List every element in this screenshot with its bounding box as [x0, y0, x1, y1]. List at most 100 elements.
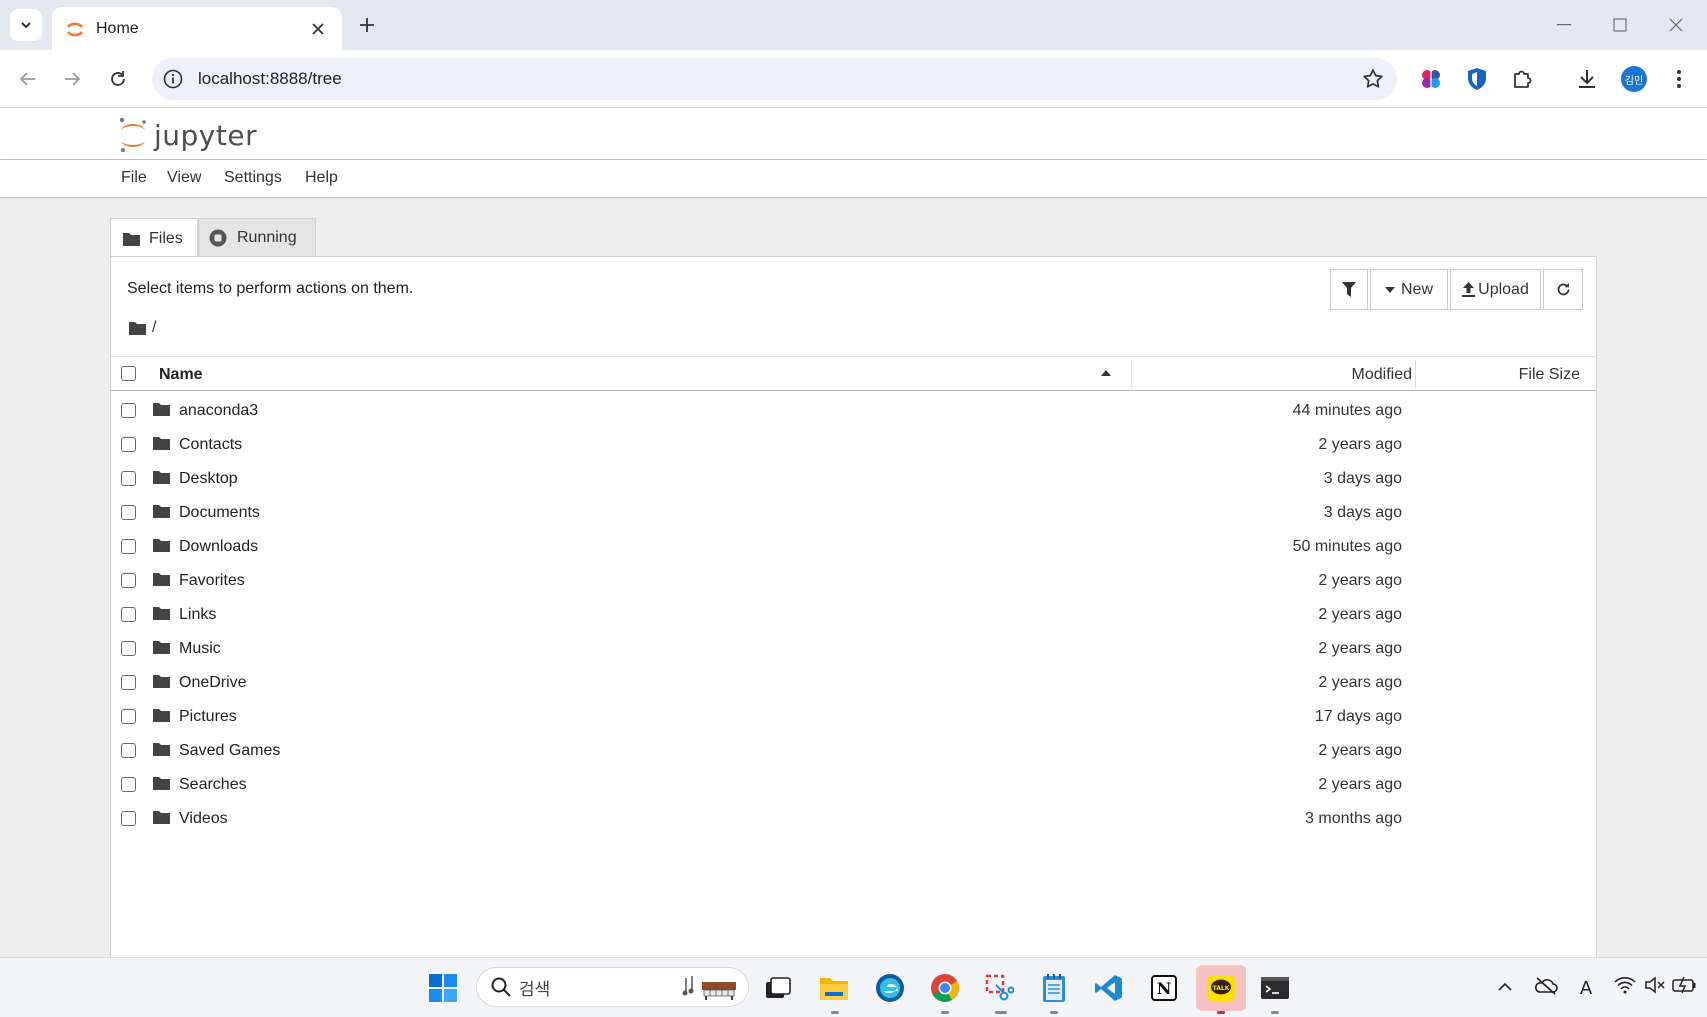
- file-name[interactable]: anaconda3: [179, 402, 258, 420]
- row-checkbox[interactable]: [121, 641, 136, 656]
- download-icon[interactable]: [1572, 64, 1602, 94]
- notepad-icon[interactable]: [1034, 968, 1074, 1008]
- file-row[interactable]: Saved Games 2 years ago: [111, 734, 1596, 768]
- tab-search-button[interactable]: [10, 9, 42, 41]
- task-view-icon[interactable]: [758, 968, 798, 1008]
- close-window-button[interactable]: [1648, 8, 1704, 42]
- folder-icon[interactable]: [129, 321, 146, 335]
- file-row[interactable]: Documents 3 days ago: [111, 496, 1596, 530]
- row-checkbox[interactable]: [121, 505, 136, 520]
- new-tab-button[interactable]: [352, 10, 382, 40]
- column-file-size[interactable]: File Size: [1519, 366, 1580, 384]
- folder-icon: [153, 777, 170, 790]
- vscode-icon[interactable]: [1089, 968, 1129, 1008]
- row-checkbox[interactable]: [121, 675, 136, 690]
- notion-icon[interactable]: N: [1144, 968, 1184, 1008]
- file-name[interactable]: Desktop: [179, 470, 238, 488]
- row-checkbox[interactable]: [121, 437, 136, 452]
- file-explorer-icon[interactable]: [814, 968, 854, 1008]
- menu-settings[interactable]: Settings: [224, 169, 282, 187]
- file-row[interactable]: Contacts 2 years ago: [111, 428, 1596, 462]
- file-name[interactable]: Contacts: [179, 436, 242, 454]
- new-button[interactable]: New: [1370, 269, 1448, 310]
- reload-button[interactable]: [102, 63, 134, 95]
- file-row[interactable]: Downloads 50 minutes ago: [111, 530, 1596, 564]
- row-checkbox[interactable]: [121, 403, 136, 418]
- menu-help[interactable]: Help: [305, 169, 338, 187]
- brain-extension-icon[interactable]: [1416, 64, 1446, 94]
- site-info-icon[interactable]: [162, 68, 184, 90]
- minimize-button[interactable]: [1536, 8, 1592, 42]
- row-checkbox[interactable]: [121, 811, 136, 826]
- file-name[interactable]: Music: [179, 640, 221, 658]
- row-checkbox[interactable]: [121, 777, 136, 792]
- column-divider: [1415, 360, 1416, 388]
- back-button[interactable]: [12, 63, 44, 95]
- column-name[interactable]: Name: [159, 366, 203, 384]
- column-modified[interactable]: Modified: [1352, 366, 1412, 384]
- arrow-right-icon: [65, 72, 81, 86]
- forward-button[interactable]: [56, 63, 88, 95]
- file-row[interactable]: OneDrive 2 years ago: [111, 666, 1596, 700]
- select-all-checkbox[interactable]: [121, 366, 136, 381]
- volume-muted-icon[interactable]: [1644, 976, 1666, 994]
- file-row[interactable]: Music 2 years ago: [111, 632, 1596, 666]
- chevron-up-icon[interactable]: [1498, 982, 1512, 992]
- bookmark-star-icon[interactable]: [1361, 67, 1385, 91]
- refresh-button[interactable]: [1543, 269, 1583, 310]
- start-icon[interactable]: [423, 968, 463, 1008]
- edge-icon[interactable]: [870, 968, 910, 1008]
- snipping-tool-icon[interactable]: [979, 968, 1019, 1008]
- browser-menu-icon[interactable]: [1664, 64, 1694, 94]
- file-name[interactable]: Pictures: [179, 708, 237, 726]
- browser-tab-home[interactable]: Home: [52, 7, 342, 50]
- file-name[interactable]: Searches: [179, 776, 247, 794]
- battery-icon[interactable]: [1672, 976, 1698, 994]
- file-row[interactable]: Searches 2 years ago: [111, 768, 1596, 802]
- row-checkbox[interactable]: [121, 709, 136, 724]
- row-checkbox[interactable]: [121, 743, 136, 758]
- kakaotalk-icon[interactable]: TALK: [1196, 965, 1246, 1011]
- upload-button[interactable]: Upload: [1450, 269, 1541, 310]
- file-row[interactable]: Links 2 years ago: [111, 598, 1596, 632]
- extensions-puzzle-icon[interactable]: [1508, 64, 1538, 94]
- ime-icon[interactable]: A: [1576, 976, 1596, 998]
- filter-button[interactable]: [1330, 269, 1368, 310]
- file-modified: 2 years ago: [1318, 572, 1402, 589]
- menu-file[interactable]: File: [121, 169, 147, 187]
- file-row[interactable]: Favorites 2 years ago: [111, 564, 1596, 598]
- url-text[interactable]: localhost:8888/tree: [198, 69, 342, 89]
- row-checkbox[interactable]: [121, 607, 136, 622]
- wifi-icon[interactable]: [1614, 976, 1636, 994]
- file-row[interactable]: Videos 3 months ago: [111, 802, 1596, 836]
- file-name[interactable]: Saved Games: [179, 742, 280, 760]
- file-row[interactable]: Desktop 3 days ago: [111, 462, 1596, 496]
- file-name[interactable]: Favorites: [179, 572, 245, 590]
- file-name[interactable]: OneDrive: [179, 674, 247, 692]
- onedrive-offline-icon[interactable]: [1534, 976, 1558, 996]
- menu-view[interactable]: View: [167, 169, 201, 187]
- tab-running[interactable]: Running: [198, 218, 316, 257]
- chrome-icon[interactable]: [925, 968, 965, 1008]
- file-name[interactable]: Links: [179, 606, 216, 624]
- file-row[interactable]: anaconda3 44 minutes ago: [111, 394, 1596, 428]
- maximize-button[interactable]: [1592, 8, 1648, 42]
- profile-avatar[interactable]: 김민: [1621, 66, 1647, 92]
- row-checkbox[interactable]: [121, 539, 136, 554]
- tab-files[interactable]: Files: [110, 218, 198, 258]
- file-name[interactable]: Downloads: [179, 538, 258, 556]
- close-tab-icon[interactable]: [306, 17, 330, 41]
- row-checkbox[interactable]: [121, 573, 136, 588]
- address-bar[interactable]: localhost:8888/tree: [152, 58, 1397, 100]
- terminal-icon[interactable]: [1255, 968, 1295, 1008]
- folder-icon: [153, 437, 170, 450]
- jupyter-logo[interactable]: jupyter: [118, 116, 257, 154]
- taskbar-search[interactable]: 검색: [476, 967, 749, 1007]
- row-checkbox[interactable]: [121, 471, 136, 486]
- breadcrumb-root[interactable]: /: [152, 319, 156, 337]
- sort-ascending-icon[interactable]: [1101, 370, 1111, 376]
- file-row[interactable]: Pictures 17 days ago: [111, 700, 1596, 734]
- file-name[interactable]: Documents: [179, 504, 260, 522]
- file-name[interactable]: Videos: [179, 810, 228, 828]
- shield-extension-icon[interactable]: [1462, 64, 1492, 94]
